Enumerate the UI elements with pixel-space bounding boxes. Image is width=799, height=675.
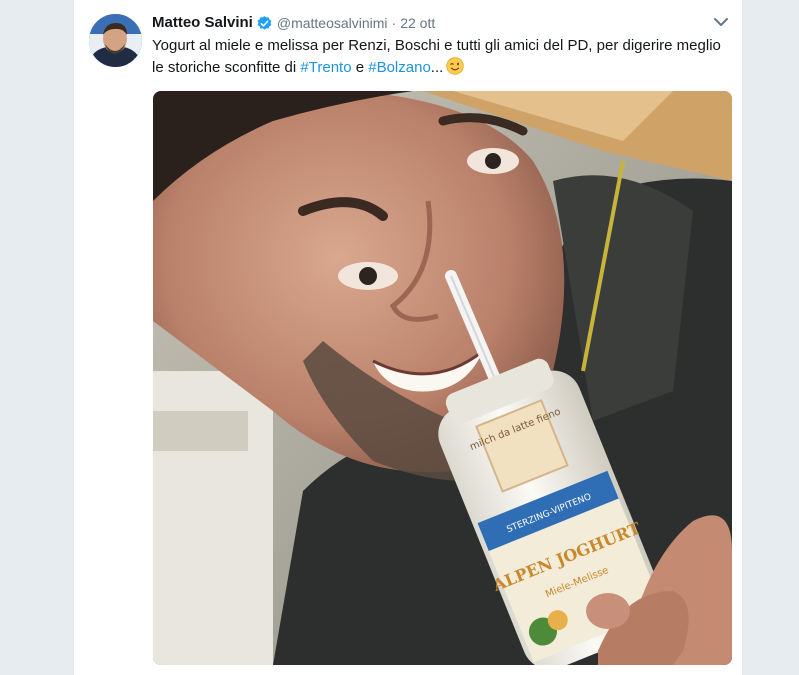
- tweet-text-ellipsis: ...: [430, 59, 444, 76]
- hashtag-trento[interactable]: #Trento: [300, 59, 351, 76]
- author-name[interactable]: Matteo Salvini: [152, 13, 253, 33]
- selfie-with-yogurt-jar-image: milch da latte fieno STERZING-VIPITENO A…: [153, 91, 732, 665]
- winking-face-icon: [446, 57, 465, 75]
- tweet-text: Yogurt al miele e melissa per Renzi, Bos…: [152, 35, 722, 79]
- verified-badge-icon: [256, 15, 273, 32]
- tweet-header: Matteo Salvini @matteosalvinimi · 22 ott: [152, 13, 729, 33]
- tweet-photo[interactable]: milch da latte fieno STERZING-VIPITENO A…: [153, 91, 732, 665]
- chevron-down-icon[interactable]: [712, 15, 730, 29]
- avatar-image: [89, 14, 142, 67]
- avatar[interactable]: [89, 14, 142, 67]
- author-handle[interactable]: @matteosalvinimi: [277, 13, 388, 33]
- separator-dot: ·: [391, 15, 397, 31]
- hashtag-bolzano[interactable]: #Bolzano: [368, 59, 431, 76]
- tweet-timestamp[interactable]: 22 ott: [400, 13, 435, 33]
- tweet-text-conjunction: e: [351, 59, 369, 76]
